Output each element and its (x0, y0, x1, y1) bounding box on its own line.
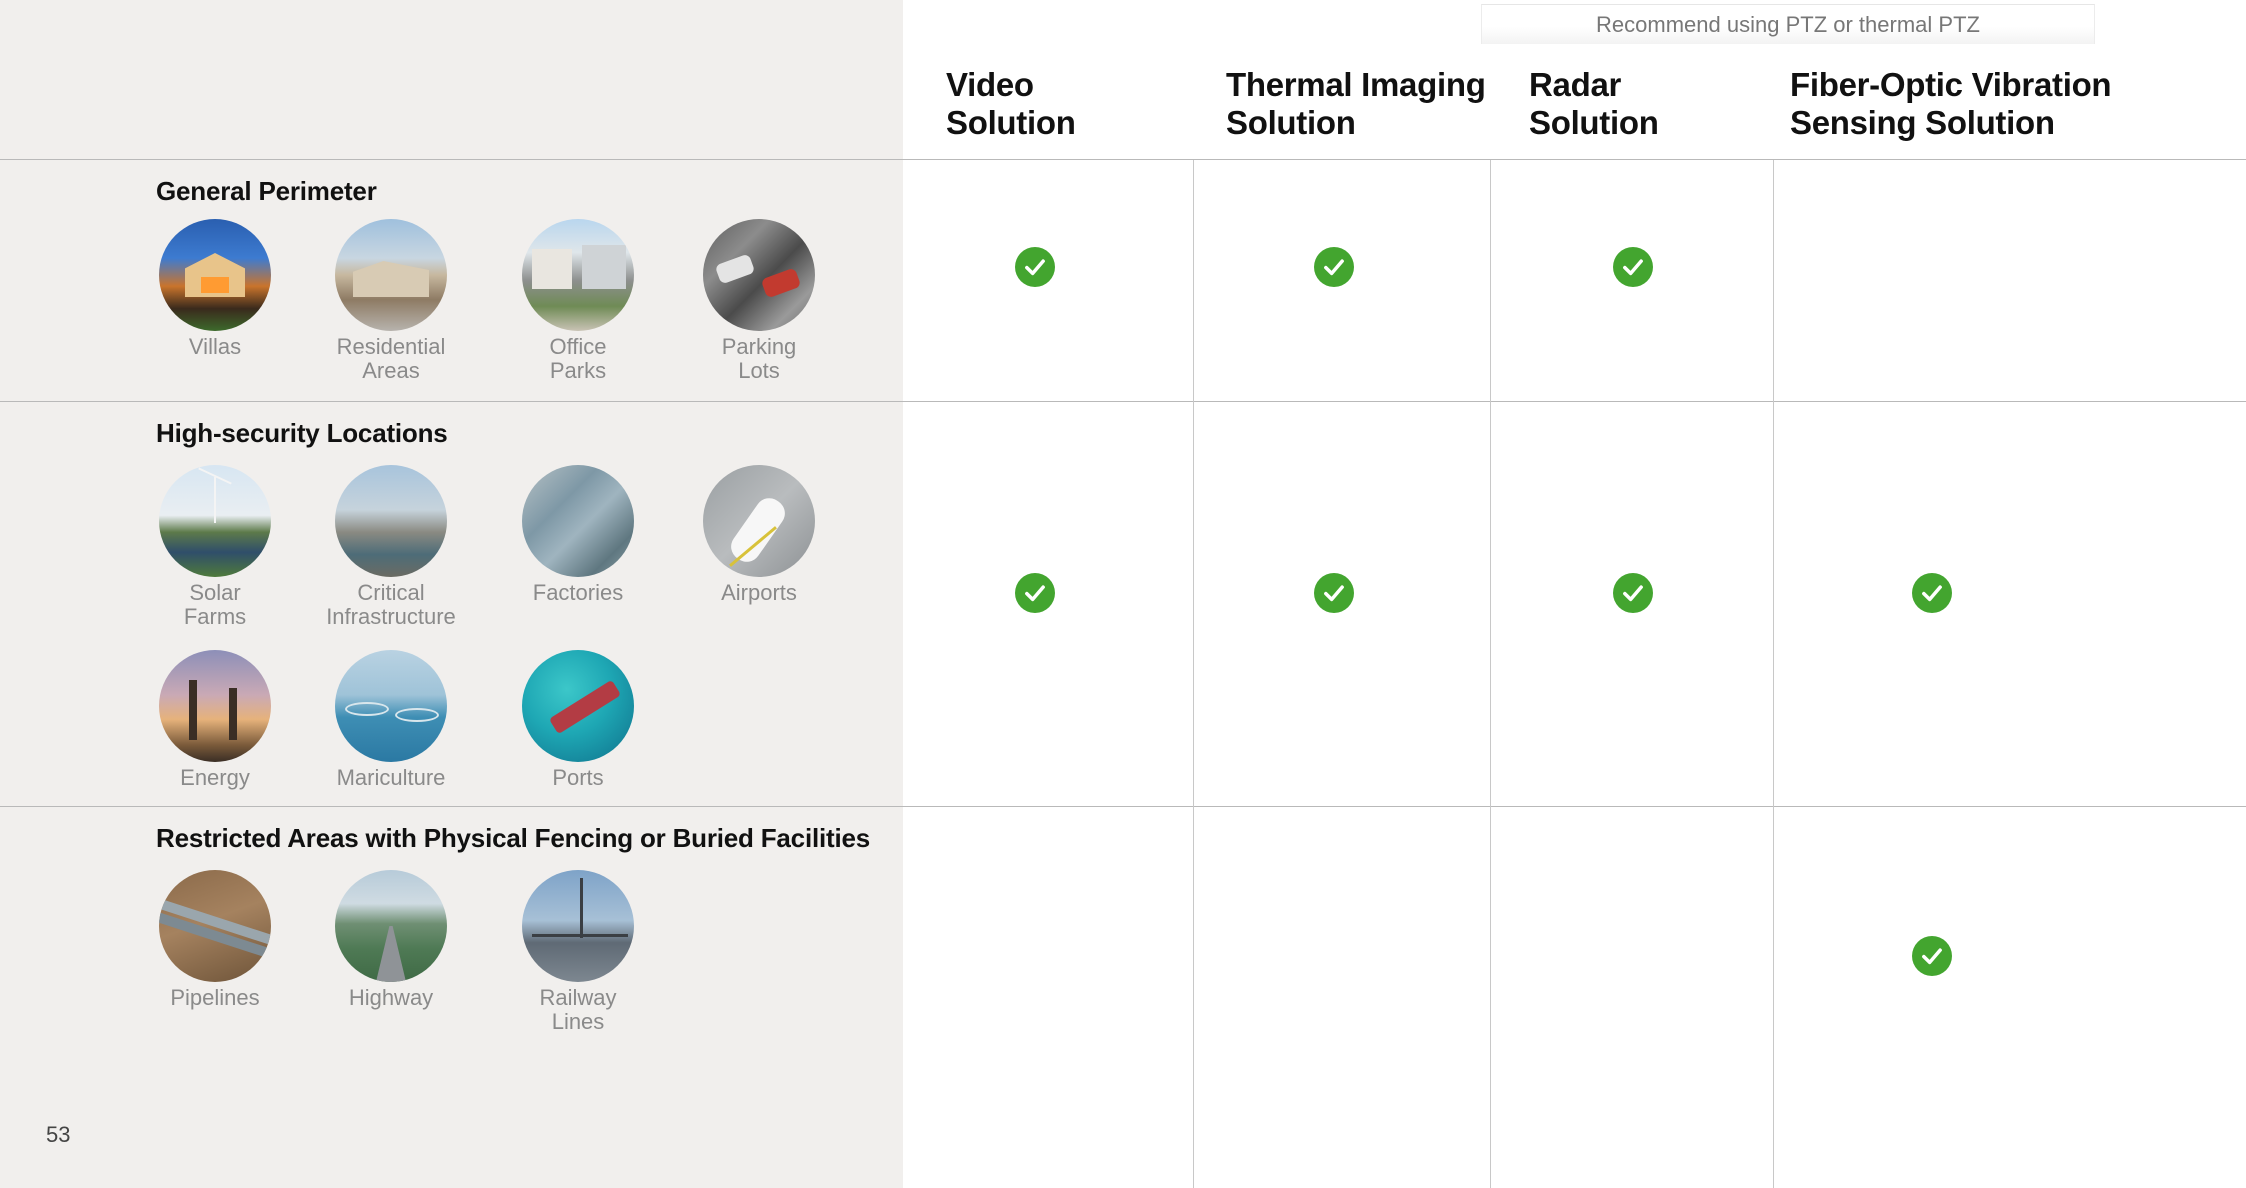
place-label-line: Parking (721, 334, 797, 359)
column-header-line: Sensing Solution (1790, 104, 2055, 141)
residential-areas-photo (335, 219, 447, 331)
check-icon (1912, 936, 1952, 976)
office-parks-photo (522, 219, 634, 331)
check-icon (1314, 247, 1354, 287)
check-icon (1015, 573, 1055, 613)
place-label: Highway (291, 986, 491, 1010)
place-label: Parking Lots (659, 335, 859, 383)
place-office-parks: Office Parks (478, 219, 678, 383)
column-divider (1490, 160, 1491, 1188)
column-header-radar: Radar Solution (1529, 66, 1659, 142)
place-label-line: Residential (336, 334, 446, 359)
column-header-line: Solution (946, 104, 1076, 141)
check-icon (1613, 573, 1653, 613)
column-header-line: Fiber-Optic Vibration (1790, 66, 2112, 103)
place-label-line: Mariculture (336, 765, 446, 790)
solar-farms-photo (159, 465, 271, 577)
place-critical-infrastructure: Critical Infrastructure (291, 465, 491, 629)
place-label-line: Parks (549, 358, 607, 383)
place-factories: Factories (478, 465, 678, 605)
place-label: Airports (659, 581, 859, 605)
column-divider (1773, 160, 1774, 1188)
energy-photo (159, 650, 271, 762)
airports-photo (703, 465, 815, 577)
place-label-line: Lines (551, 1009, 605, 1034)
place-label-line: Ports (552, 765, 604, 790)
place-label: Villas (115, 335, 315, 359)
railway-lines-photo (522, 870, 634, 982)
place-label-line: Lots (738, 358, 780, 383)
place-label: Ports (478, 766, 678, 790)
place-label: Critical Infrastructure (291, 581, 491, 629)
place-label-line: Farms (183, 604, 247, 629)
highway-photo (335, 870, 447, 982)
place-pipelines: Pipelines (115, 870, 315, 1010)
column-divider (1193, 160, 1194, 1188)
place-label: Railway Lines (478, 986, 678, 1034)
section-title-general-perimeter: General Perimeter (156, 176, 377, 206)
place-label-line: Factories (532, 580, 624, 605)
check-icon (1314, 573, 1354, 613)
header-divider (0, 159, 2246, 160)
section-title-high-security: High-security Locations (156, 418, 448, 448)
place-label-line: Office (549, 334, 607, 359)
column-header-line: Thermal Imaging (1226, 66, 1486, 103)
place-energy: Energy (115, 650, 315, 790)
row-divider (0, 401, 2246, 402)
place-residential-areas: Residential Areas (291, 219, 491, 383)
column-header-video: Video Solution (946, 66, 1076, 142)
column-header-line: Solution (1226, 104, 1356, 141)
place-airports: Airports (659, 465, 859, 605)
place-label: Pipelines (115, 986, 315, 1010)
row-divider (0, 806, 2246, 807)
place-label-line: Pipelines (170, 985, 260, 1010)
page-number: 53 (46, 1122, 71, 1147)
place-label-line: Railway (539, 985, 617, 1010)
column-header-line: Video (946, 66, 1034, 103)
recommendation-note: Recommend using PTZ or thermal PTZ (1481, 4, 2095, 44)
mariculture-photo (335, 650, 447, 762)
place-label-line: Villas (188, 334, 242, 359)
place-label-line: Highway (348, 985, 434, 1010)
place-label-line: Infrastructure (326, 604, 456, 629)
place-label-line: Airports (721, 580, 797, 605)
column-header-fiber-optic: Fiber-Optic Vibration Sensing Solution (1790, 66, 2112, 142)
place-railway-lines: Railway Lines (478, 870, 678, 1034)
pipelines-photo (159, 870, 271, 982)
place-label: Office Parks (478, 335, 678, 383)
check-icon (1613, 247, 1653, 287)
place-label-line: Solar (189, 580, 241, 605)
place-highway: Highway (291, 870, 491, 1010)
parking-lots-photo (703, 219, 815, 331)
place-label: Energy (115, 766, 315, 790)
check-icon (1015, 247, 1055, 287)
villas-photo (159, 219, 271, 331)
section-title-restricted-areas: Restricted Areas with Physical Fencing o… (156, 823, 871, 853)
place-label: Solar Farms (115, 581, 315, 629)
place-label: Factories (478, 581, 678, 605)
place-parking-lots: Parking Lots (659, 219, 859, 383)
place-label: Residential Areas (291, 335, 491, 383)
place-mariculture: Mariculture (291, 650, 491, 790)
column-header-line: Solution (1529, 104, 1659, 141)
column-header-line: Radar (1529, 66, 1622, 103)
place-solar-farms: Solar Farms (115, 465, 315, 629)
place-label: Mariculture (291, 766, 491, 790)
factories-photo (522, 465, 634, 577)
check-icon (1912, 573, 1952, 613)
ports-photo (522, 650, 634, 762)
place-label-line: Critical (357, 580, 425, 605)
place-ports: Ports (478, 650, 678, 790)
critical-infrastructure-photo (335, 465, 447, 577)
place-label-line: Areas (362, 358, 420, 383)
place-villas: Villas (115, 219, 315, 359)
place-label-line: Energy (180, 765, 250, 790)
column-header-thermal: Thermal Imaging Solution (1226, 66, 1486, 142)
